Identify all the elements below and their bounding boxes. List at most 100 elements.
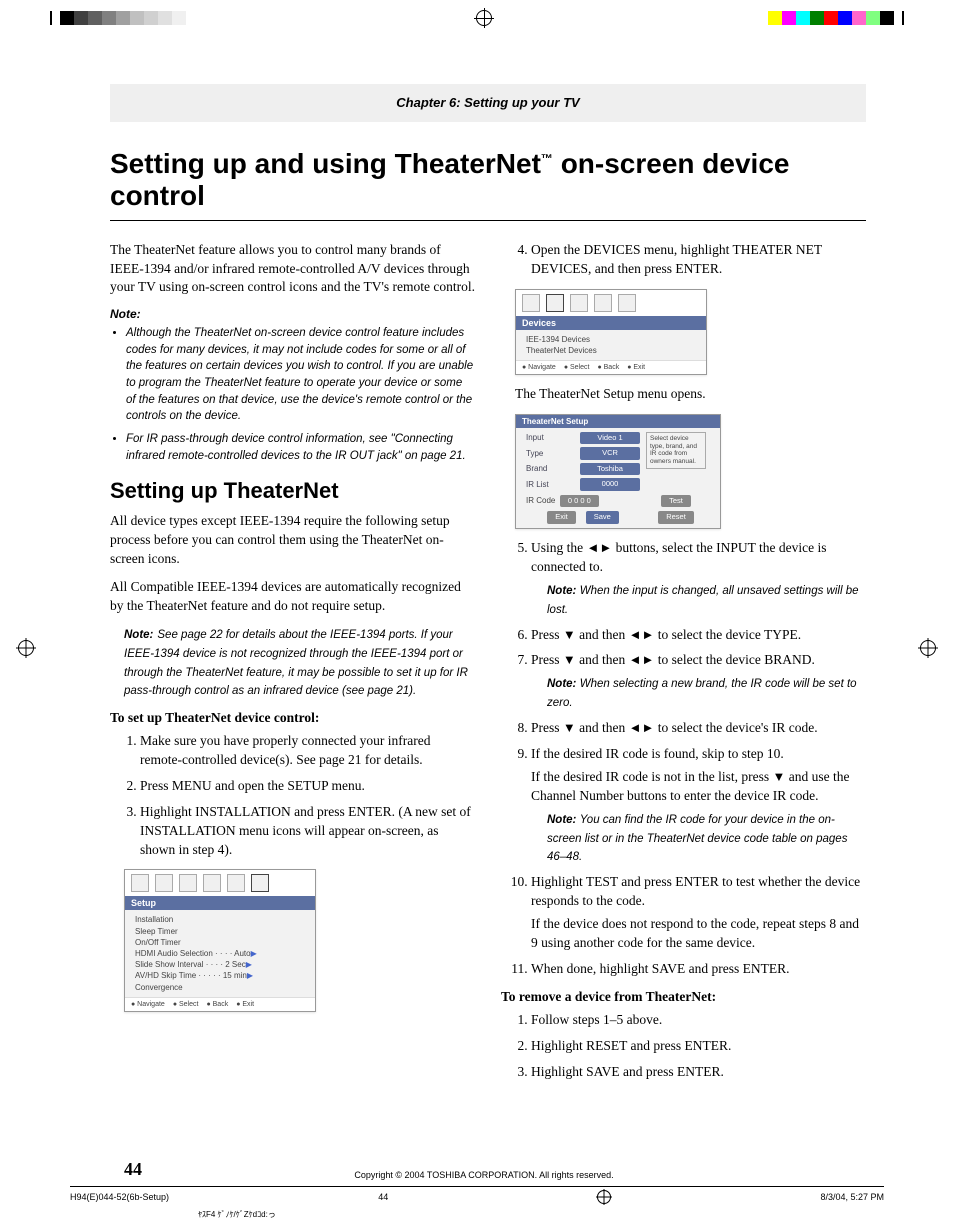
color-swatch bbox=[880, 11, 894, 25]
crosshair-icon bbox=[920, 640, 936, 656]
menu-item: Slide Show Interval · · · · 2 Sec▶ bbox=[135, 959, 309, 970]
menu-title: Devices bbox=[516, 316, 706, 330]
step: Follow steps 1–5 above. bbox=[531, 1011, 866, 1030]
menu-item: TheaterNet Devices bbox=[526, 345, 700, 356]
chapter-header: Chapter 6: Setting up your TV bbox=[110, 84, 866, 122]
save-button: Save bbox=[586, 511, 619, 524]
right-column: Open the DEVICES menu, highlight THEATER… bbox=[501, 241, 866, 1091]
field-label: Type bbox=[526, 448, 574, 459]
footer-hint: ● Exit bbox=[236, 1001, 254, 1008]
devices-menu-screenshot: Devices IEE-1394 DevicesTheaterNet Devic… bbox=[515, 289, 707, 375]
color-swatch bbox=[172, 11, 186, 25]
reset-button: Reset bbox=[658, 511, 694, 524]
left-arrow-icon: ◄ bbox=[587, 540, 600, 555]
color-swatch bbox=[838, 11, 852, 25]
step: Press ▼ and then ◄► to select the device… bbox=[531, 626, 866, 645]
steps-list: Make sure you have properly connected yo… bbox=[110, 732, 475, 859]
menu-title: Setup bbox=[125, 896, 315, 910]
footer-hint: ● Exit bbox=[627, 364, 645, 371]
color-swatch bbox=[144, 11, 158, 25]
step: Open the DEVICES menu, highlight THEATER… bbox=[531, 241, 866, 279]
right-arrow-icon: ► bbox=[642, 652, 655, 667]
field-label: IR List bbox=[526, 479, 574, 490]
notes-list: Although the TheaterNet on-screen device… bbox=[110, 325, 475, 464]
menu-icon bbox=[594, 294, 612, 312]
down-arrow-icon: ▼ bbox=[772, 769, 785, 784]
menu-icon-selected bbox=[546, 294, 564, 312]
field-value: Video 1 bbox=[580, 432, 640, 445]
field-value: 0000 bbox=[580, 478, 640, 491]
left-arrow-icon: ◄ bbox=[629, 652, 642, 667]
note-item: Although the TheaterNet on-screen device… bbox=[126, 325, 475, 425]
crosshair-icon bbox=[597, 1190, 611, 1204]
page-footer: 44 Copyright © 2004 TOSHIBA CORPORATION.… bbox=[110, 1159, 866, 1180]
menu-item: On/Off Timer bbox=[135, 937, 309, 948]
steps-list: Open the DEVICES menu, highlight THEATER… bbox=[501, 241, 866, 279]
menu-icon bbox=[155, 874, 173, 892]
right-arrow-icon: ► bbox=[599, 540, 612, 555]
color-swatch bbox=[74, 11, 88, 25]
copyright: Copyright © 2004 TOSHIBA CORPORATION. Al… bbox=[142, 1170, 826, 1180]
color-swatch bbox=[824, 11, 838, 25]
menu-item: IEE-1394 Devices bbox=[526, 334, 700, 345]
step: Highlight TEST and press ENTER to test w… bbox=[531, 873, 866, 953]
step: Press ▼ and then ◄► to select the device… bbox=[531, 719, 866, 738]
setup-menu-screenshot: Setup InstallationSleep TimerOn/Off Time… bbox=[124, 869, 316, 1011]
color-swatch bbox=[60, 11, 74, 25]
left-arrow-icon: ◄ bbox=[629, 627, 642, 642]
menu-icon bbox=[131, 874, 149, 892]
page-number: 44 bbox=[124, 1159, 142, 1180]
page-title: Setting up and using TheaterNet™ on-scre… bbox=[110, 148, 866, 221]
field-label: Brand bbox=[526, 463, 574, 474]
inline-note: Note: See page 22 for details about the … bbox=[124, 625, 475, 700]
paragraph: All device types except IEEE-1394 requir… bbox=[110, 512, 475, 568]
menu-icon bbox=[618, 294, 636, 312]
menu-icon bbox=[227, 874, 245, 892]
step: Press MENU and open the SETUP menu. bbox=[140, 777, 475, 796]
color-swatch bbox=[866, 11, 880, 25]
color-swatch bbox=[186, 11, 200, 25]
color-swatch bbox=[102, 11, 116, 25]
step: If the desired IR code is found, skip to… bbox=[531, 745, 866, 866]
menu-icon bbox=[203, 874, 221, 892]
color-swatch bbox=[88, 11, 102, 25]
menu-icon bbox=[570, 294, 588, 312]
tiny-slug: ﾔｽF4 ｹﾞﾉｹ/ｹﾞZｹdｺd:っ bbox=[198, 1209, 276, 1220]
menu-item: Convergence bbox=[135, 982, 309, 993]
exit-button: Exit bbox=[547, 511, 576, 524]
field-value: Toshiba bbox=[580, 463, 640, 476]
menu-item: Sleep Timer bbox=[135, 926, 309, 937]
test-button: Test bbox=[661, 495, 691, 508]
right-arrow-icon: ► bbox=[642, 627, 655, 642]
steps-list: Follow steps 1–5 above. Highlight RESET … bbox=[501, 1011, 866, 1082]
left-column: The TheaterNet feature allows you to con… bbox=[110, 241, 475, 1091]
menu-item: AV/HD Skip Time · · · · · 15 min▶ bbox=[135, 970, 309, 981]
slug-filename: H94(E)044-52(6b-Setup) bbox=[70, 1192, 169, 1202]
slug-line: H94(E)044-52(6b-Setup) 44 8/3/04, 5:27 P… bbox=[70, 1186, 884, 1204]
down-arrow-icon: ▼ bbox=[563, 627, 576, 642]
color-swatch bbox=[158, 11, 172, 25]
note-label: Note: bbox=[110, 307, 475, 321]
color-swatch bbox=[130, 11, 144, 25]
intro-paragraph: The TheaterNet feature allows you to con… bbox=[110, 241, 475, 297]
color-swatch bbox=[796, 11, 810, 25]
step: When done, highlight SAVE and press ENTE… bbox=[531, 960, 866, 979]
color-swatch bbox=[852, 11, 866, 25]
chapter-label: Chapter 6: Setting up your TV bbox=[396, 95, 579, 110]
slug-page: 44 bbox=[378, 1192, 388, 1202]
menu-icon-selected bbox=[251, 874, 269, 892]
footer-hint: ● Navigate bbox=[131, 1001, 165, 1008]
step: Make sure you have properly connected yo… bbox=[140, 732, 475, 770]
field-label: Input bbox=[526, 432, 574, 443]
slug-timestamp: 8/3/04, 5:27 PM bbox=[820, 1192, 884, 1202]
step: Press ▼ and then ◄► to select the device… bbox=[531, 651, 866, 712]
menu-title: TheaterNet Setup bbox=[516, 415, 720, 428]
left-arrow-icon: ◄ bbox=[629, 720, 642, 735]
caption: The TheaterNet Setup menu opens. bbox=[515, 385, 866, 404]
menu-icon bbox=[179, 874, 197, 892]
procedure-heading: To remove a device from TheaterNet: bbox=[501, 989, 866, 1005]
menu-item: Installation bbox=[135, 914, 309, 925]
footer-hint: ● Select bbox=[173, 1001, 199, 1008]
procedure-heading: To set up TheaterNet device control: bbox=[110, 710, 475, 726]
down-arrow-icon: ▼ bbox=[563, 720, 576, 735]
